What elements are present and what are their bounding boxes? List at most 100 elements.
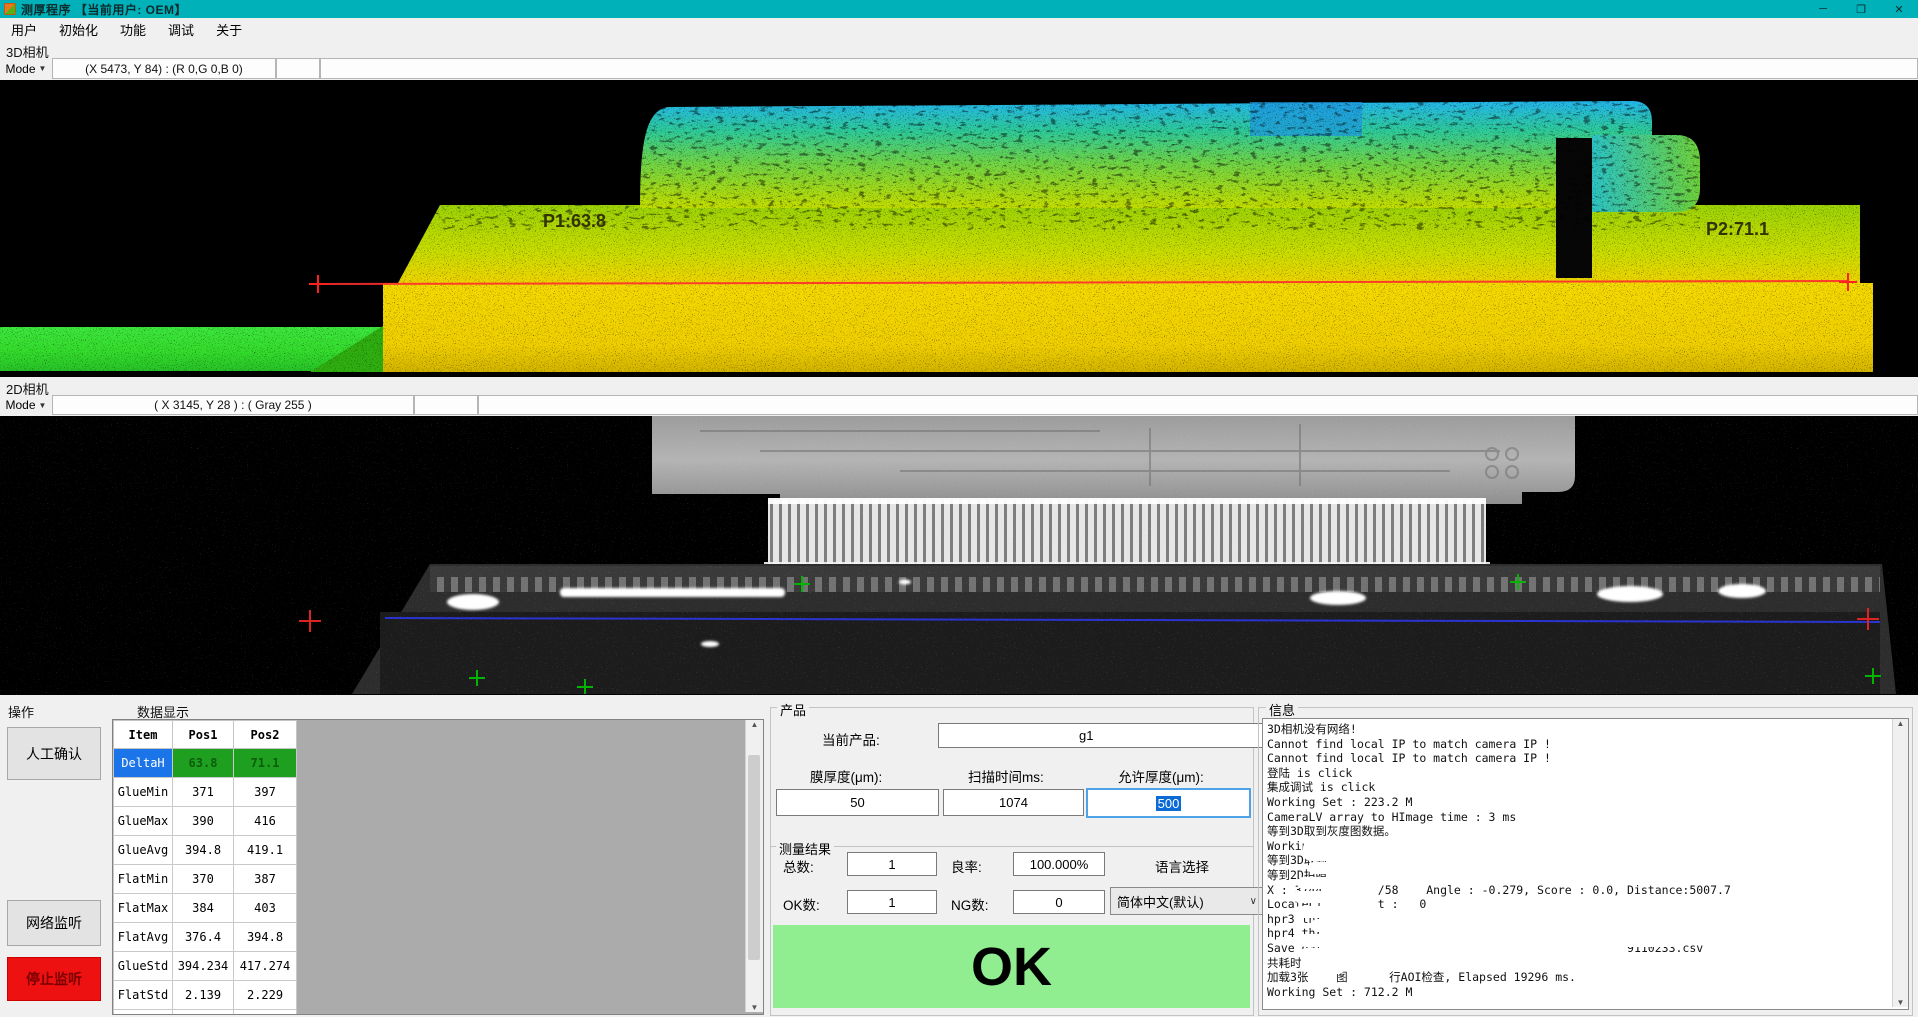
table-row-flatmin[interactable]: FlatMin 370 387 (114, 865, 297, 894)
selected-text: 500 (1156, 796, 1182, 811)
app-icon (4, 3, 16, 15)
close-button[interactable]: ✕ (1880, 0, 1918, 18)
log-line: 等到3D取到灰度图数据。 (1263, 824, 1889, 839)
total-input[interactable]: 1 (847, 852, 937, 876)
product-group-label: 产品 (777, 700, 809, 719)
table-row-gluestd[interactable]: GlueStd 394.234 417.274 (114, 952, 297, 981)
log-line: X : 3744 /58 Angle : -0.279, Score : 0.0… (1263, 883, 1889, 898)
info-group-label: 信息 (1266, 700, 1298, 719)
camera3d-pixel-status: (X 5473, Y 84) : (R 0,G 0,B 0) (52, 58, 276, 79)
redaction-blob (1318, 963, 1344, 974)
ng-count-label: NG数: (951, 894, 989, 914)
grid-scrollbar[interactable]: ▲ ▼ (745, 720, 763, 1012)
menu-item-function[interactable]: 功能 (109, 18, 157, 41)
chevron-down-icon: ▼ (39, 64, 47, 73)
log-line: Working Set : 223.2 M (1263, 795, 1889, 810)
table-row-flatavg[interactable]: FlatAvg 376.4 394.8 (114, 923, 297, 952)
redaction-blob (1299, 934, 1679, 947)
scroll-up-icon[interactable]: ▲ (1897, 719, 1905, 728)
table-row-flatmax[interactable]: FlatMax 384 403 (114, 894, 297, 923)
chevron-down-icon: ∨ (1250, 896, 1257, 907)
measurement-table: Item Pos1 Pos2 DeltaH 63.8 71.1 GlueMin … (113, 720, 297, 1015)
window-title: 测厚程序 【当前用户: OEM】 (21, 1, 187, 18)
ng-count-input[interactable]: 0 (1013, 890, 1105, 914)
menu-bar: 用户 初始化 功能 调试 关于 (0, 18, 1918, 41)
redaction-blob (1311, 919, 1607, 932)
redaction-blob (1303, 840, 1591, 861)
language-combobox[interactable]: 简体中文(默认) ∨ (1110, 887, 1264, 915)
result-status-indicator: OK (773, 925, 1250, 1008)
menu-item-about[interactable]: 关于 (205, 18, 253, 41)
allow-thickness-label: 允许厚度(μm): (1118, 766, 1204, 786)
camera3d-mode-bar: Mode ▼ (X 5473, Y 84) : (R 0,G 0,B 0) (0, 58, 1918, 79)
redaction-blob (1294, 906, 1338, 918)
chevron-down-icon: ▼ (39, 401, 47, 410)
camera2d-status-cell-2 (414, 395, 478, 415)
scan-time-input[interactable]: 1074 (943, 789, 1084, 816)
ok-count-input[interactable]: 1 (847, 890, 937, 914)
log-line: Cannot find local IP to match camera IP … (1263, 751, 1889, 766)
log-line: 3D相机没有网络! (1263, 722, 1889, 737)
table-row-x[interactable]: X 2503.5 7066.7 (114, 1010, 297, 1016)
menu-item-debug[interactable]: 调试 (157, 18, 205, 41)
menu-item-init[interactable]: 初始化 (48, 18, 109, 41)
log-line: 登陆 is click (1263, 766, 1889, 781)
current-product-label: 当前产品: (822, 729, 880, 749)
grid-scrollbar-thumb[interactable] (748, 755, 760, 960)
total-label: 总数: (783, 856, 814, 876)
log-line: Working Set : 712.2 M (1263, 985, 1889, 1000)
table-row-gluemin[interactable]: GlueMin 371 397 (114, 778, 297, 807)
redaction-blob (1308, 862, 1366, 874)
redaction-blob (1378, 948, 1433, 960)
camera2d-mode-bar: Mode ▼ ( X 3145, Y 28 ) : ( Gray 255 ) (0, 395, 1918, 415)
manual-confirm-button[interactable]: 人工确认 (7, 727, 101, 780)
camera3d-status-cell-3 (320, 58, 1918, 79)
camera2d-mode-button[interactable]: Mode ▼ (0, 395, 52, 415)
camera3d-mode-button[interactable]: Mode ▼ (0, 58, 52, 79)
info-scrollbar[interactable]: ▲ ▼ (1892, 719, 1908, 1007)
table-header-row: Item Pos1 Pos2 (114, 721, 297, 749)
operation-label: 操作 (8, 702, 34, 721)
p1-measure-label: P1:63.8 (543, 211, 606, 231)
yield-label: 良率: (951, 856, 982, 876)
network-listen-button[interactable]: 网络监听 (7, 900, 101, 946)
menu-item-user[interactable]: 用户 (0, 18, 48, 41)
film-thickness-input[interactable]: 50 (776, 789, 939, 816)
height-map-3d-image: P1:63.8 P2:71.1 (0, 80, 1918, 377)
language-select-label: 语言选择 (1155, 856, 1209, 876)
data-display-grid[interactable]: Item Pos1 Pos2 DeltaH 63.8 71.1 GlueMin … (112, 719, 764, 1015)
scroll-down-icon[interactable]: ▼ (1897, 998, 1905, 1007)
camera3d-image-view[interactable]: P1:63.8 P2:71.1 (0, 80, 1918, 377)
redaction-blob (1297, 877, 1349, 889)
table-row-gluemax[interactable]: GlueMax 390 416 (114, 807, 297, 836)
table-row-deltah[interactable]: DeltaH 63.8 71.1 (114, 749, 297, 778)
table-row-flatstd[interactable]: FlatStd 2.139 2.229 (114, 981, 297, 1010)
scroll-down-icon[interactable]: ▼ (751, 1003, 759, 1012)
camera2d-status-cell-3 (478, 395, 1918, 415)
redaction-blob (942, 726, 1006, 744)
minimize-button[interactable]: ─ (1804, 0, 1842, 18)
redaction-blob (1300, 948, 1355, 960)
yield-input[interactable]: 100.000% (1013, 852, 1105, 876)
log-line: 加载3张 图 行AOI检查, Elapsed 19296 ms. (1263, 970, 1889, 985)
film-thickness-label: 膜厚度(μm): (810, 766, 882, 786)
title-bar: 测厚程序 【当前用户: OEM】 ─ ❐ ✕ (0, 0, 1918, 18)
ok-count-label: OK数: (783, 894, 820, 914)
log-line: LocateLi t : 0 (1263, 897, 1889, 912)
p2-measure-label: P2:71.1 (1706, 219, 1769, 239)
camera2d-image-view[interactable] (0, 416, 1918, 695)
scroll-up-icon[interactable]: ▲ (751, 720, 759, 729)
scan-time-label: 扫描时间ms: (968, 766, 1044, 786)
redaction-blob (1294, 891, 1338, 903)
log-line: Cannot find local IP to match camera IP … (1263, 737, 1889, 752)
grayscale-2d-image (0, 416, 1918, 695)
camera3d-status-cell-2 (276, 58, 320, 79)
log-line: 集成调试 is click (1263, 780, 1889, 795)
allow-thickness-input[interactable]: 500 (1086, 788, 1251, 818)
stop-listen-button[interactable]: 停止监听 (7, 957, 101, 1001)
table-row-glueavg[interactable]: GlueAvg 394.8 419.1 (114, 836, 297, 865)
camera2d-pixel-status: ( X 3145, Y 28 ) : ( Gray 255 ) (52, 395, 414, 415)
maximize-button[interactable]: ❐ (1842, 0, 1880, 18)
log-line: 共耗时 (1263, 956, 1889, 971)
log-line: CameraLV array to HImage time : 3 ms (1263, 810, 1889, 825)
